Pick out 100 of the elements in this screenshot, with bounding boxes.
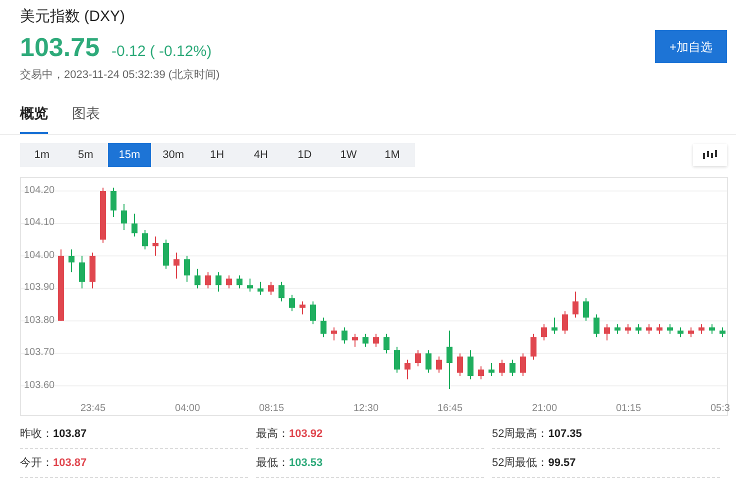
candlestick — [300, 300, 306, 315]
candlestick — [720, 326, 726, 338]
candlestick — [520, 352, 526, 377]
candlestick — [614, 324, 620, 334]
candlestick — [426, 350, 432, 374]
candlestick — [572, 291, 578, 318]
candlestick — [436, 356, 442, 374]
candlestick — [216, 272, 222, 292]
chart-type-button[interactable] — [693, 144, 727, 166]
stat-value: 107.35 — [548, 426, 582, 442]
candlestick — [384, 333, 390, 354]
x-axis-label: 05:3 — [710, 403, 730, 415]
interval-tab[interactable]: 5m — [64, 143, 108, 167]
y-axis-label: 103.90 — [23, 282, 56, 294]
candlestick — [698, 324, 704, 334]
candlestick — [310, 300, 316, 325]
candlestick — [478, 366, 484, 380]
candlestick — [646, 324, 652, 334]
candlestick — [362, 333, 368, 348]
candlestick — [562, 310, 568, 334]
candlestick — [625, 324, 631, 334]
y-axis-label: 103.70 — [23, 347, 56, 360]
candlestick — [594, 314, 600, 338]
x-axis-label: 23:45 — [80, 403, 106, 415]
interval-tab[interactable]: 15m — [108, 143, 152, 167]
interval-tab[interactable]: 1H — [195, 143, 239, 167]
y-axis-label: 104.00 — [23, 250, 56, 262]
candlestick — [163, 239, 169, 270]
stat-label: 昨收： — [20, 426, 53, 442]
interval-tab[interactable]: 1M — [370, 143, 414, 167]
interval-tab[interactable]: 1D — [282, 143, 327, 167]
trading-status: 交易中，2023-11-24 05:32:39 (北京时间) — [20, 68, 220, 82]
x-axis-label: 12:30 — [354, 403, 379, 415]
stat-label: 52周最高： — [492, 426, 548, 442]
y-axis-label: 103.80 — [23, 314, 56, 327]
interval-tab[interactable]: 30m — [151, 143, 196, 167]
candlestick — [121, 203, 127, 230]
tab[interactable]: 图表 — [72, 103, 100, 134]
candlestick — [541, 324, 547, 341]
stat-value: 103.53 — [289, 456, 323, 471]
candlestick — [68, 248, 74, 273]
candlestick — [636, 324, 642, 334]
candlestick — [404, 359, 410, 380]
add-watchlist-button[interactable]: +加自选 — [655, 30, 727, 63]
candlestick — [530, 333, 536, 360]
candlestick — [488, 362, 494, 377]
candlestick — [184, 255, 190, 282]
stat-label: 52周最低： — [492, 456, 548, 471]
candlestick — [152, 236, 158, 256]
y-axis-label: 104.20 — [23, 184, 56, 197]
y-axis-label: 103.60 — [23, 380, 56, 392]
candlestick — [499, 359, 505, 377]
candlestick — [583, 298, 589, 322]
candlestick — [331, 326, 337, 341]
stat-value: 103.87 — [53, 456, 87, 471]
stat-label: 今开： — [20, 456, 53, 471]
x-axis-label: 16:45 — [438, 403, 463, 415]
candlestick — [194, 268, 200, 289]
candlestick-icon — [703, 150, 717, 160]
candlestick — [656, 324, 662, 334]
interval-tab[interactable]: 1m — [20, 143, 64, 167]
y-axis-label: 104.10 — [23, 217, 56, 230]
candlestick — [79, 255, 85, 289]
x-axis-label: 08:15 — [259, 403, 284, 415]
candlestick — [342, 326, 348, 344]
candlestick — [352, 333, 358, 348]
candlestick — [132, 213, 138, 237]
interval-tab[interactable]: 1W — [326, 143, 370, 167]
candlestick — [226, 274, 232, 289]
candlestick — [320, 317, 326, 338]
instrument-title: 美元指数 (DXY) — [20, 7, 126, 27]
candlestick — [174, 252, 180, 280]
candlestick — [667, 324, 673, 334]
stat-label: 最高： — [256, 426, 289, 442]
candlestick — [268, 281, 274, 296]
candlestick — [678, 326, 684, 338]
current-price: 103.75 — [20, 33, 100, 61]
candlestick — [457, 352, 463, 377]
candlestick — [142, 229, 148, 250]
stat-value: 99.57 — [548, 456, 576, 471]
stat-label: 最低： — [256, 456, 289, 471]
candlestick — [688, 326, 694, 338]
candlestick — [552, 317, 558, 334]
candlestick — [236, 274, 242, 289]
price-change: -0.12 ( -0.12%) — [112, 42, 212, 62]
x-axis-label: 01:15 — [616, 403, 642, 415]
candlestick — [258, 281, 264, 296]
candlestick — [110, 187, 116, 218]
tab[interactable]: 概览 — [20, 103, 48, 134]
candlestick — [278, 281, 284, 302]
x-axis-label: 04:00 — [175, 403, 200, 415]
stat-value: 103.92 — [289, 426, 323, 442]
x-axis-label: 21:00 — [532, 403, 558, 415]
interval-tab[interactable]: 4H — [238, 143, 283, 167]
candlestick — [510, 359, 516, 377]
candlestick — [709, 324, 715, 334]
stat-value: 103.87 — [53, 426, 87, 442]
candlestick — [394, 346, 400, 374]
candlestick — [289, 294, 295, 312]
candlestick — [446, 330, 452, 390]
